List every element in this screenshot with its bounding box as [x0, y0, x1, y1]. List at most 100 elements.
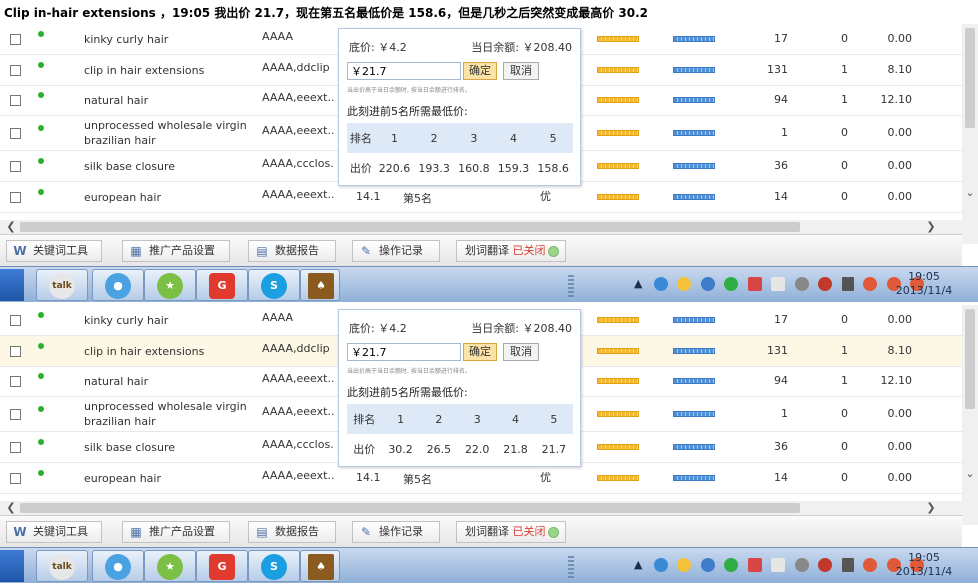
vertical-scroll-thumb[interactable]	[965, 28, 975, 128]
row-checkbox[interactable]	[10, 409, 21, 420]
taskbar-app-talk[interactable]: talk	[36, 550, 88, 582]
taskbar-app-skype[interactable]: S	[248, 269, 300, 301]
row-checkbox[interactable]	[10, 161, 21, 172]
horizontal-scroll-thumb[interactable]	[20, 503, 800, 513]
tray-app-icon[interactable]	[653, 277, 668, 291]
tray-shield-icon[interactable]	[818, 277, 832, 291]
tray-clipboard-icon[interactable]	[771, 558, 785, 572]
row-checkbox[interactable]	[10, 346, 21, 357]
horizontal-scroll-thumb[interactable]	[20, 222, 800, 232]
group-text[interactable]: AAAA,ddclip	[262, 61, 334, 74]
row-checkbox[interactable]	[10, 473, 21, 484]
confirm-button[interactable]: 确定	[463, 343, 497, 361]
taskbar-app-aliwangwang[interactable]: ●	[92, 550, 144, 582]
data-report-button[interactable]: ▤ 数据报告	[248, 240, 336, 262]
tray-up-icon[interactable]: ▲	[634, 558, 644, 572]
tray-globe-icon[interactable]	[700, 558, 715, 572]
group-text[interactable]: AAAA,ccclos...	[262, 438, 334, 451]
taskbar-app-aliwangwang[interactable]: ●	[92, 269, 144, 301]
table-row[interactable]: european hair AAAA,eeext... 14 0 0.00 14.1 第5名…	[0, 182, 962, 213]
group-text[interactable]: AAAA,eeext...	[262, 469, 334, 482]
row-checkbox[interactable]	[10, 95, 21, 106]
translate-toggle[interactable]: 划词翻译 已关闭	[456, 240, 566, 262]
taskbar-app-red[interactable]: G	[196, 550, 248, 582]
tray-smile-icon[interactable]	[677, 558, 691, 572]
taskbar-app-talk[interactable]: talk	[36, 269, 88, 301]
vertical-scrollbar[interactable]: ⌄	[962, 305, 978, 525]
rank-row: 排名 1 2 3 4 5	[347, 404, 573, 434]
translate-toggle[interactable]: 划词翻译 已关闭	[456, 521, 566, 543]
skype-icon: S	[261, 554, 287, 580]
horizontal-scrollbar[interactable]: ❮ ❯	[0, 220, 962, 234]
group-text[interactable]: AAAA,eeext...	[262, 405, 334, 418]
tray-flag-icon[interactable]	[747, 277, 762, 291]
group-text[interactable]: AAAA,eeext...	[262, 91, 334, 104]
group-text[interactable]: AAAA	[262, 30, 334, 43]
clicks-value: 0	[841, 440, 848, 453]
operation-log-button[interactable]: ✎ 操作记录	[352, 240, 440, 262]
keyword-tool-button[interactable]: W 关键词工具	[6, 240, 102, 262]
cancel-button[interactable]: 取消	[503, 62, 539, 80]
bid-value[interactable]: 14.1	[356, 190, 381, 203]
tray-volume-icon[interactable]	[794, 558, 809, 572]
bid-value[interactable]: 14.1	[356, 471, 381, 484]
scroll-right-icon[interactable]: ❯	[924, 501, 938, 515]
taskbar-app-contacts[interactable]: ★	[144, 550, 196, 582]
row-checkbox[interactable]	[10, 442, 21, 453]
horizontal-scrollbar[interactable]: ❮ ❯	[0, 501, 962, 515]
scroll-down-icon[interactable]: ⌄	[962, 186, 978, 200]
scroll-left-icon[interactable]: ❮	[4, 220, 18, 234]
group-text[interactable]: AAAA,eeext...	[262, 124, 334, 137]
scroll-down-icon[interactable]: ⌄	[962, 467, 978, 481]
tray-penguin-icon[interactable]	[863, 558, 877, 572]
cancel-button[interactable]: 取消	[503, 343, 539, 361]
group-text[interactable]: AAAA,eeext...	[262, 372, 334, 385]
start-edge-icon[interactable]	[0, 269, 24, 301]
tray-penguin-icon[interactable]	[863, 277, 877, 291]
clicks-value: 0	[841, 126, 848, 139]
confirm-button[interactable]: 确定	[463, 62, 497, 80]
tray-clipboard-icon[interactable]	[771, 277, 785, 291]
row-checkbox[interactable]	[10, 34, 21, 45]
group-text[interactable]: AAAA	[262, 311, 334, 324]
taskbar-app-skype[interactable]: S	[248, 550, 300, 582]
taskbar-clock[interactable]: 19:05 2013/11/4	[892, 551, 956, 579]
row-checkbox[interactable]	[10, 65, 21, 76]
data-report-button[interactable]: ▤ 数据报告	[248, 521, 336, 543]
tray-network-icon[interactable]	[841, 277, 854, 291]
tray-globe-icon[interactable]	[700, 277, 715, 291]
taskbar-app-contacts[interactable]: ★	[144, 269, 196, 301]
promo-settings-button[interactable]: ▦ 推广产品设置	[122, 521, 230, 543]
tray-app-icon[interactable]	[653, 558, 668, 572]
scroll-right-icon[interactable]: ❯	[924, 220, 938, 234]
taskbar-app-avatar[interactable]: ♠	[300, 269, 340, 301]
vertical-scroll-thumb[interactable]	[965, 309, 975, 409]
row-checkbox[interactable]	[10, 128, 21, 139]
taskbar-clock[interactable]: 19:05 2013/11/4	[892, 270, 956, 298]
tray-shield-icon[interactable]	[818, 558, 832, 572]
group-text[interactable]: AAAA,ccclos...	[262, 157, 334, 170]
taskbar-app-avatar[interactable]: ♠	[300, 550, 340, 582]
tray-flag-icon[interactable]	[747, 558, 762, 572]
vertical-scrollbar[interactable]: ⌄	[962, 24, 978, 244]
tray-volume-icon[interactable]	[794, 277, 809, 291]
tray-up-icon[interactable]: ▲	[634, 277, 644, 291]
bid-input[interactable]	[347, 343, 461, 361]
tray-smile-icon[interactable]	[677, 277, 691, 291]
group-text[interactable]: AAAA,eeext...	[262, 188, 334, 201]
operation-log-button[interactable]: ✎ 操作记录	[352, 521, 440, 543]
row-checkbox[interactable]	[10, 192, 21, 203]
promo-settings-button[interactable]: ▦ 推广产品设置	[122, 240, 230, 262]
table-row[interactable]: european hair AAAA,eeext... 14 0 0.00 14.1 第5名…	[0, 463, 962, 494]
tray-check-icon[interactable]	[724, 277, 738, 291]
scroll-left-icon[interactable]: ❮	[4, 501, 18, 515]
row-checkbox[interactable]	[10, 376, 21, 387]
row-checkbox[interactable]	[10, 315, 21, 326]
group-text[interactable]: AAAA,ddclip	[262, 342, 334, 355]
start-edge-icon[interactable]	[0, 550, 24, 582]
tray-network-icon[interactable]	[841, 558, 854, 572]
keyword-tool-button[interactable]: W 关键词工具	[6, 521, 102, 543]
tray-check-icon[interactable]	[724, 558, 738, 572]
taskbar-app-red[interactable]: G	[196, 269, 248, 301]
bid-input[interactable]	[347, 62, 461, 80]
